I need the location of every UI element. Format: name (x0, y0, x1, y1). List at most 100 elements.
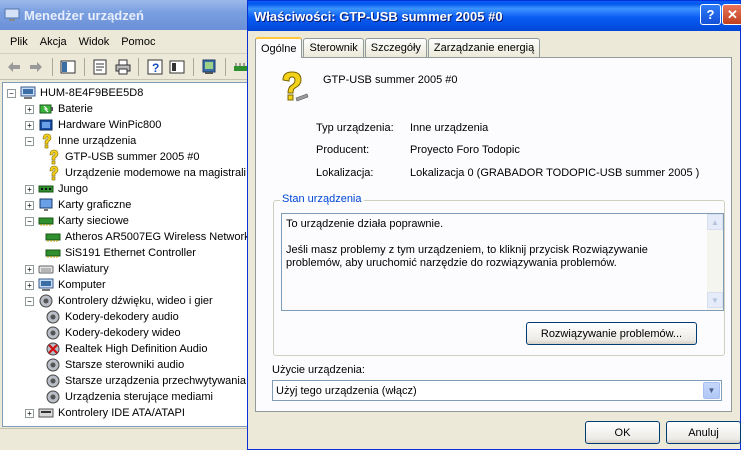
expand-icon[interactable]: + (25, 184, 34, 194)
tree-item-label: Starsze sterowniki audio (65, 359, 185, 371)
manufacturer-value: Proyecto Foro Todopic (410, 144, 520, 156)
status-scrollbar[interactable]: ▲ ▼ (707, 214, 723, 310)
cancel-button[interactable]: Anuluj (666, 421, 741, 444)
collapse-icon[interactable]: − (25, 296, 34, 306)
device-usage-select[interactable]: Użyj tego urządzenia (włącz) ▼ (272, 380, 722, 401)
device-manager-icon (4, 8, 20, 21)
computer-icon (38, 277, 54, 293)
device-status-text: To urządzenie działa poprawnie. Jeśli ma… (286, 218, 648, 269)
tree-item-label: Hardware WinPic800 (58, 119, 162, 131)
close-button[interactable]: ✕ (722, 4, 741, 25)
battery-icon (38, 101, 54, 117)
board-icon (38, 181, 54, 197)
manufacturer-label: Producent: (316, 144, 370, 156)
tree-item-label: Kodery-dekodery audio (65, 311, 179, 323)
tree-item[interactable]: SiS191 Ethernet Controller (45, 245, 196, 261)
menu-pomoc[interactable]: Pomoc (115, 36, 161, 48)
tree-item-label: Realtek High Definition Audio (65, 343, 208, 355)
help-icon[interactable]: ? (145, 57, 164, 77)
tree-item-label: Kodery-dekodery wideo (65, 327, 181, 339)
tree-item[interactable]: Realtek High Definition Audio (45, 341, 207, 357)
collapse-icon[interactable]: − (25, 136, 34, 146)
collapse-icon[interactable]: − (7, 88, 16, 98)
expand-icon[interactable]: + (25, 408, 34, 418)
scroll-down-icon[interactable]: ▼ (707, 292, 723, 308)
location-value: Lokalizacja 0 (GRABADOR TODOPIC-USB summ… (410, 167, 700, 179)
chevron-down-icon[interactable]: ▼ (703, 382, 720, 399)
collapse-icon[interactable]: − (25, 216, 34, 226)
expand-icon[interactable]: + (25, 264, 34, 274)
audio-icon (45, 389, 61, 405)
tab-sterownik[interactable]: Sterownik (303, 38, 364, 57)
tab-ogolne[interactable]: Ogólne (255, 37, 303, 58)
properties-icon[interactable] (91, 57, 110, 77)
tree-item[interactable]: Urządzenie modemowe na magistrali (45, 165, 246, 181)
device-usage-label: Użycie urządzenia: (272, 364, 365, 376)
expand-icon[interactable]: + (25, 104, 34, 114)
device-name: GTP-USB summer 2005 #0 (323, 74, 458, 86)
tree-item[interactable]: + Karty graficzne (25, 197, 131, 213)
tree-item-label: Starsze urządzenia przechwytywania (65, 375, 246, 387)
audio-icon (38, 293, 54, 309)
scan-hardware-icon[interactable] (200, 57, 219, 77)
tree-item[interactable]: + Hardware WinPic800 (25, 117, 161, 133)
tree-item[interactable]: + Jungo (25, 181, 88, 197)
device-manager-title: Menedżer urządzeń (24, 7, 144, 23)
tab-zarzadzanie-energia[interactable]: Zarządzanie energią (427, 38, 541, 57)
display-icon (38, 197, 54, 213)
expand-icon[interactable]: + (25, 200, 34, 210)
menu-plik[interactable]: Plik (4, 36, 34, 48)
forward-icon[interactable] (26, 57, 45, 77)
tree-item-label: Jungo (58, 183, 88, 195)
tree-item[interactable]: + Komputer (25, 277, 106, 293)
tree-item-label: Kontrolery dźwięku, wideo i gier (58, 295, 213, 307)
tree-item[interactable]: Starsze urządzenia przechwytywania (45, 373, 246, 389)
print-icon[interactable] (113, 57, 132, 77)
view-toggle-icon[interactable] (167, 57, 186, 77)
keyboard-icon (38, 261, 54, 277)
tree-item[interactable]: GTP-USB summer 2005 #0 (45, 149, 200, 165)
unknown-device-icon (45, 149, 61, 165)
tree-item[interactable]: Urządzenia sterujące mediami (45, 389, 213, 405)
scroll-up-icon[interactable]: ▲ (707, 214, 723, 230)
troubleshoot-button[interactable]: Rozwiązywanie problemów... (526, 322, 697, 345)
device-tree[interactable]: − HUM-8E4F9BEE5D8 + Baterie + Hardware WinPic… (2, 82, 248, 427)
location-label: Lokalizacja: (316, 167, 374, 179)
tree-item[interactable]: Starsze sterowniki audio (45, 357, 184, 373)
back-icon[interactable] (4, 57, 23, 77)
tree-item-label: SiS191 Ethernet Controller (65, 247, 196, 259)
tree-item[interactable]: Atheros AR5007EG Wireless Network Adapte… (45, 229, 247, 245)
tree-item[interactable]: + Klawiatury (25, 261, 109, 277)
device-type-value: Inne urządzenia (410, 122, 489, 134)
help-button[interactable]: ? (700, 4, 721, 25)
device-manager-toolbar: ? (0, 54, 251, 80)
scroll-track[interactable] (707, 230, 723, 292)
toolbar-separator (192, 57, 194, 76)
tree-item[interactable]: + Kontrolery IDE ATA/ATAPI (25, 405, 185, 421)
svg-text:?: ? (152, 61, 159, 75)
device-type-label: Typ urządzenia: (316, 122, 394, 134)
expand-icon[interactable]: + (25, 120, 34, 130)
menu-akcja[interactable]: Akcja (34, 36, 73, 48)
tree-item[interactable]: Kodery-dekodery audio (45, 309, 179, 325)
ide-icon (38, 405, 54, 421)
unknown-device-icon (38, 133, 54, 149)
tree-item[interactable]: − Kontrolery dźwięku, wideo i gier (25, 293, 213, 309)
device-status-textbox[interactable]: To urządzenie działa poprawnie. Jeśli ma… (281, 213, 724, 311)
tree-item[interactable]: − Karty sieciowe (25, 213, 129, 229)
menu-widok[interactable]: Widok (73, 36, 116, 48)
dialog-title-bar[interactable]: Właściwości: GTP-USB summer 2005 #0 ? ✕ (248, 1, 741, 31)
ok-button[interactable]: OK (585, 421, 660, 444)
question-icon: ? (706, 7, 715, 22)
expand-icon[interactable]: + (25, 280, 34, 290)
tab-szczegoly[interactable]: Szczegóły (364, 38, 427, 57)
tree-item[interactable]: − HUM-8E4F9BEE5D8 (7, 85, 143, 101)
device-manager-title-bar[interactable]: Menedżer urządzeń (0, 0, 251, 30)
view-icon[interactable] (58, 57, 77, 77)
hardware-icon (38, 117, 54, 133)
tree-item[interactable]: − Inne urządzenia (25, 133, 136, 149)
tree-item-label: Urządzenia sterujące mediami (65, 391, 213, 403)
unknown-device-icon (45, 165, 61, 181)
tree-item[interactable]: Kodery-dekodery wideo (45, 325, 181, 341)
tree-item[interactable]: + Baterie (25, 101, 93, 117)
